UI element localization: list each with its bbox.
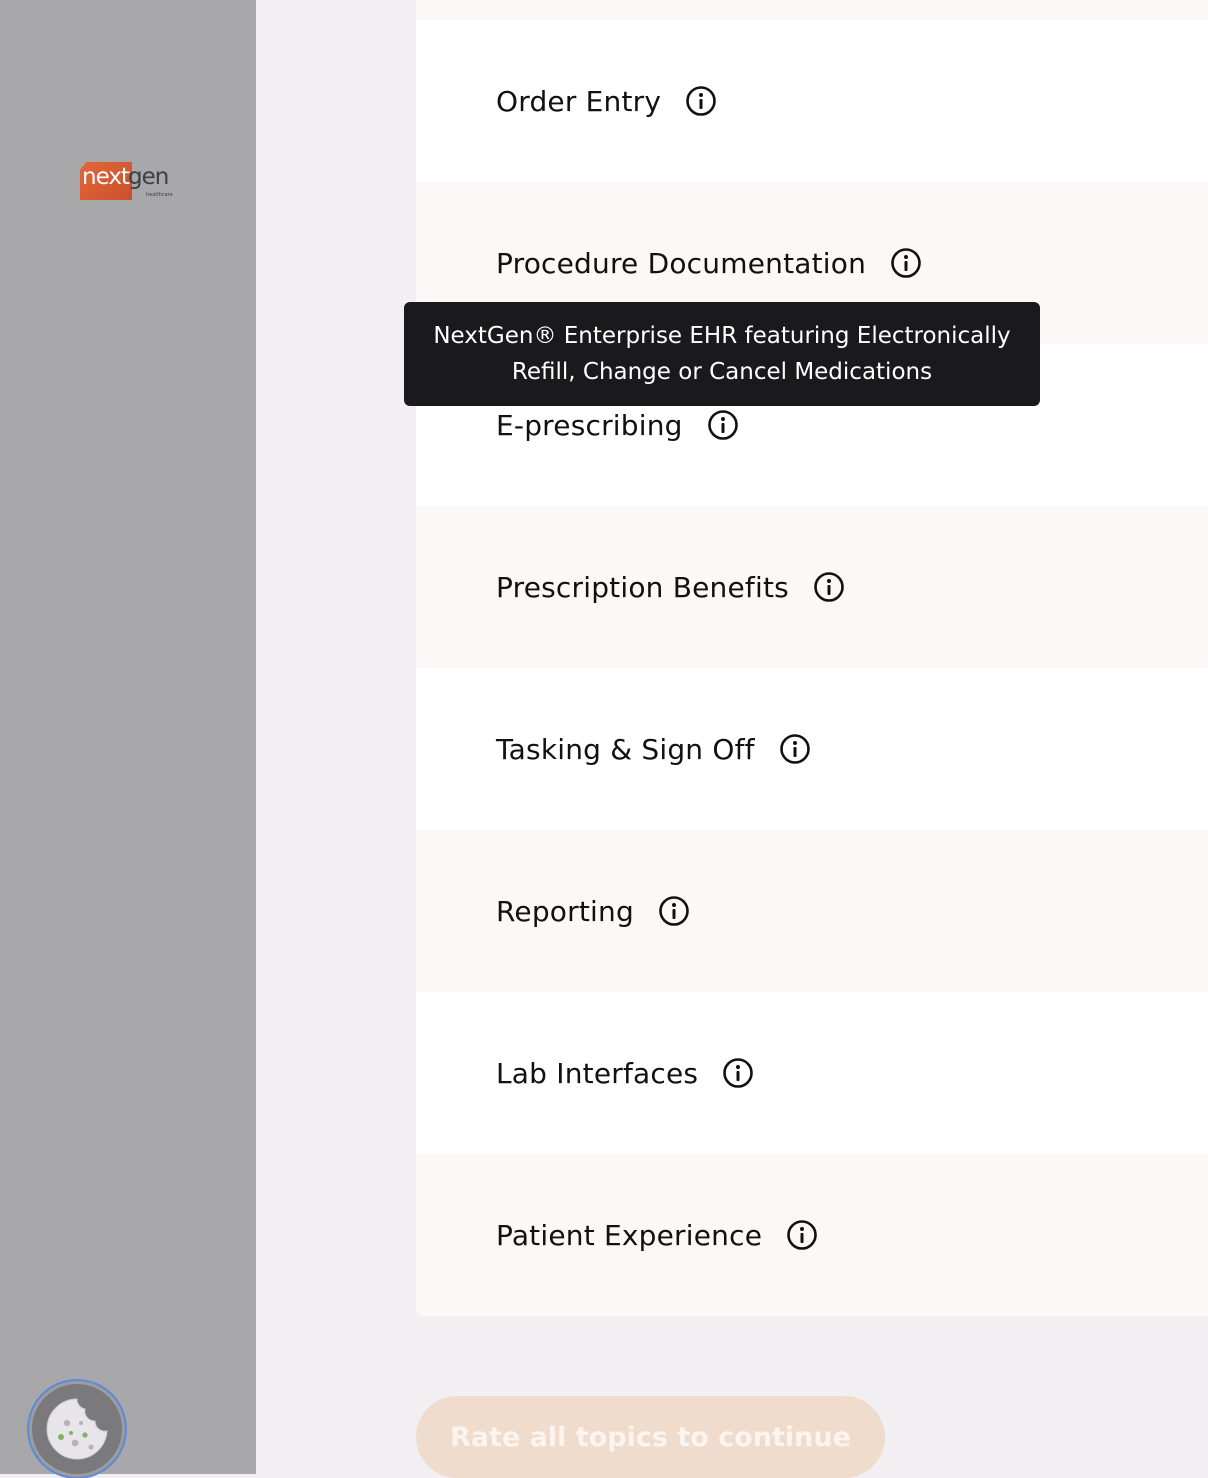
main-content: Order Entry Procedure Documentation E-pr… (256, 0, 1208, 1474)
cookie-icon (46, 1398, 108, 1460)
topic-list: Order Entry Procedure Documentation E-pr… (416, 0, 1208, 1316)
cookie-settings-button[interactable] (32, 1384, 122, 1474)
topic-row-prescription-benefits: Prescription Benefits (416, 506, 1208, 668)
info-icon[interactable] (786, 1219, 818, 1251)
topic-label: Patient Experience (496, 1218, 763, 1252)
topic-row-tasking-sign-off: Tasking & Sign Off (416, 668, 1208, 830)
topic-label: Lab Interfaces (496, 1056, 699, 1090)
topic-label: Procedure Documentation (496, 246, 867, 280)
tooltip-text: NextGen® Enterprise EHR featuring Electr… (433, 323, 1011, 385)
topic-label: Prescription Benefits (496, 570, 789, 604)
topic-row-patient-experience: Patient Experience (416, 1154, 1208, 1316)
info-icon[interactable] (707, 409, 739, 441)
list-top-edge (416, 0, 1208, 20)
info-icon[interactable] (685, 85, 717, 117)
logo-text-next: next (82, 164, 130, 190)
topic-row-order-entry: Order Entry (416, 20, 1208, 182)
topic-label: Order Entry (496, 84, 662, 118)
topic-row-reporting: Reporting (416, 830, 1208, 992)
info-tooltip: NextGen® Enterprise EHR featuring Electr… (404, 302, 1040, 406)
topic-label: Reporting (496, 894, 634, 928)
nextgen-logo[interactable]: next gen healthcare (80, 160, 180, 204)
info-icon[interactable] (779, 733, 811, 765)
info-icon[interactable] (890, 247, 922, 279)
logo-subtext: healthcare (146, 192, 173, 198)
logo-text-gen: gen (128, 164, 169, 190)
sidebar: next gen healthcare (0, 0, 256, 1474)
topic-row-lab-interfaces: Lab Interfaces (416, 992, 1208, 1154)
info-icon[interactable] (722, 1057, 754, 1089)
info-icon[interactable] (658, 895, 690, 927)
topic-label: E-prescribing (496, 408, 683, 442)
topic-label: Tasking & Sign Off (496, 732, 755, 766)
continue-button[interactable]: Rate all topics to continue (416, 1396, 885, 1478)
info-icon[interactable] (813, 571, 845, 603)
